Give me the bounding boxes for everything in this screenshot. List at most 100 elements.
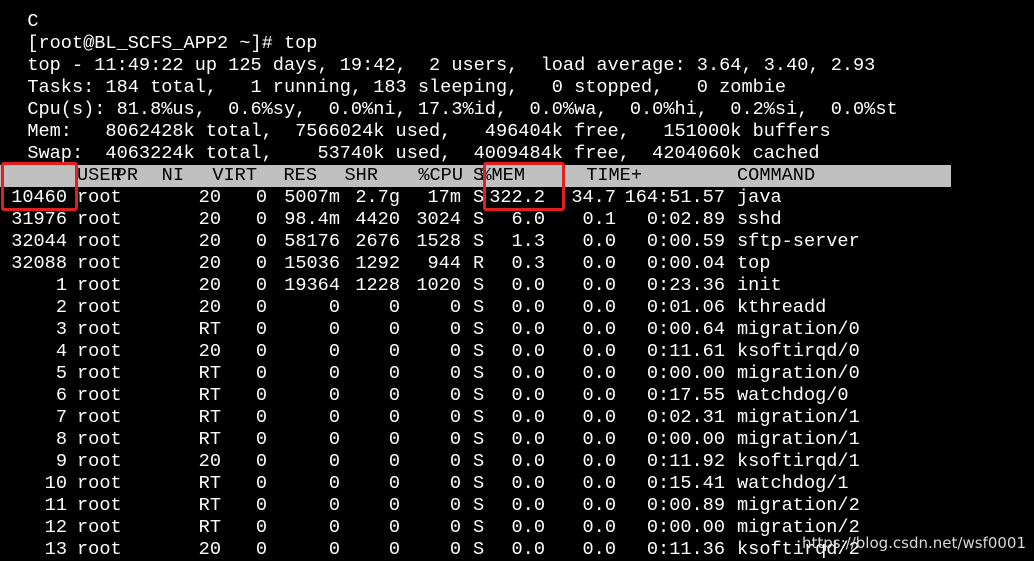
cell-command: ksoftirqd/0: [737, 341, 860, 362]
cell-cpu: 0.0: [511, 429, 545, 450]
cell-cpu: 0.0: [511, 363, 545, 384]
cell-s: S: [473, 385, 485, 406]
cell-cpu: 0.0: [511, 539, 545, 560]
table-row: 10460 root 20 0 5007m 2.7g 17m S 322.2 34.7 164:51…: [0, 187, 1034, 209]
cell-pid: 5: [55, 363, 67, 384]
cell-virt: 0: [328, 429, 340, 450]
cell-res: 0: [388, 341, 400, 362]
cell-command: watchdog/1: [737, 473, 849, 494]
cell-mem: 0.1: [582, 209, 616, 230]
cell-cpu: 0.0: [511, 275, 545, 296]
cell-virt: 15036: [284, 253, 340, 274]
cell-cpu: 322.2: [489, 187, 545, 208]
cell-s: S: [473, 363, 485, 384]
cell-mem: 0.0: [582, 517, 616, 538]
cell-mem: 0.0: [582, 385, 616, 406]
table-row: 10 root RT 0 0 0 0 S 0.0 0.0 0:15.41 watchdog/1: [0, 473, 1034, 495]
table-row: 32044 root 20 0 58176 2676 1528 S 1.3 0.0 0:00.59 s…: [0, 231, 1034, 253]
cell-command: sshd: [737, 209, 782, 230]
summary-uptime-line: top - 11:49:22 up 125 days, 19:42, 2 use…: [27, 55, 876, 76]
cell-command: init: [737, 275, 782, 296]
cell-time: 0:00.00: [646, 517, 725, 538]
summary-cpu-line: Cpu(s): 81.8%us, 0.6%sy, 0.0%ni, 17.3%id…: [27, 99, 898, 120]
cell-res: 0: [388, 385, 400, 406]
cell-cpu: 0.0: [511, 473, 545, 494]
table-row: 5 root RT 0 0 0 0 S 0.0 0.0 0:00.00 migration/0: [0, 363, 1034, 385]
cell-command: migration/1: [737, 429, 860, 450]
shell-prompt: [root@BL_SCFS_APP2 ~]# top: [27, 33, 318, 54]
header-row: PIDUSERPRNIVIRTRESSHRS%CPU%MEMTIME+COMMA…: [0, 165, 951, 187]
cell-command: ksoftirqd/1: [737, 451, 860, 472]
cell-shr: 1528: [416, 231, 461, 252]
cell-mem: 0.0: [582, 341, 616, 362]
cell-pid: 7: [55, 407, 67, 428]
cell-ni: 0: [255, 539, 267, 560]
cell-pr: 20: [198, 451, 221, 472]
cell-res: 0: [388, 429, 400, 450]
cell-s: S: [473, 209, 485, 230]
cell-virt: 98.4m: [284, 209, 340, 230]
cell-pid: 9: [55, 451, 67, 472]
column-header-ni: NI: [161, 165, 184, 186]
watermark-text: https://blog.csdn.net/wsf0001: [802, 534, 1026, 552]
column-header-virt: VIRT: [212, 165, 257, 186]
cell-virt: 0: [328, 473, 340, 494]
cell-shr: 1020: [416, 275, 461, 296]
cell-pid: 3: [55, 319, 67, 340]
cell-pid: 10460: [11, 187, 67, 208]
cell-user: root: [77, 363, 122, 384]
cell-s: S: [473, 341, 485, 362]
cell-pr: RT: [198, 429, 221, 450]
cell-pid: 1: [55, 275, 67, 296]
cell-virt: 0: [328, 517, 340, 538]
column-header-pr: PR: [115, 165, 138, 186]
cell-res: 0: [388, 407, 400, 428]
cell-mem: 0.0: [582, 253, 616, 274]
cell-mem: 0.0: [582, 319, 616, 340]
cell-user: root: [77, 473, 122, 494]
cell-pid: 2: [55, 297, 67, 318]
summary-tasks-line: Tasks: 184 total, 1 running, 183 sleepin…: [27, 77, 787, 98]
table-row: 7 root RT 0 0 0 0 S 0.0 0.0 0:02.31 migration/1: [0, 407, 1034, 429]
cell-pr: 20: [198, 253, 221, 274]
column-header-mem: %MEM: [480, 165, 525, 186]
cell-pr: 20: [198, 209, 221, 230]
cell-pid: 4: [55, 341, 67, 362]
cell-mem: 0.0: [582, 539, 616, 560]
cell-virt: 0: [328, 407, 340, 428]
cell-cpu: 0.0: [511, 407, 545, 428]
summary-swap-line: Swap: 4063224k total, 53740k used, 40094…: [27, 143, 820, 164]
cell-user: root: [77, 495, 122, 516]
cell-time: 0:17.55: [646, 385, 725, 406]
cell-shr: 0: [449, 297, 461, 318]
table-row: 32088 root 20 0 15036 1292 944 R 0.3 0.0 0:00.04 to…: [0, 253, 1034, 275]
cell-res: 1292: [355, 253, 400, 274]
cell-ni: 0: [255, 187, 267, 208]
cell-shr: 0: [449, 495, 461, 516]
cell-mem: 0.0: [582, 429, 616, 450]
cell-shr: 0: [449, 385, 461, 406]
cell-user: root: [77, 209, 122, 230]
summary-mem-line: Mem: 8062428k total, 7566024k used, 4964…: [27, 121, 831, 142]
cell-s: S: [473, 275, 485, 296]
cell-pr: RT: [198, 385, 221, 406]
table-row: 31976 root 20 0 98.4m 4420 3024 S 6.0 0.1 0:02.89 s…: [0, 209, 1034, 231]
cell-s: S: [473, 319, 485, 340]
cell-pr: RT: [198, 363, 221, 384]
cell-virt: 0: [328, 451, 340, 472]
column-header-command: COMMAND: [737, 165, 816, 186]
cell-time: 0:00.89: [646, 495, 725, 516]
cell-user: root: [77, 341, 122, 362]
cell-pid: 10: [44, 473, 67, 494]
cell-pr: RT: [198, 473, 221, 494]
cell-mem: 0.0: [582, 495, 616, 516]
cell-user: root: [77, 429, 122, 450]
cell-shr: 0: [449, 451, 461, 472]
cell-user: root: [77, 451, 122, 472]
cell-time: 0:15.41: [646, 473, 725, 494]
cell-s: S: [473, 429, 485, 450]
terminal-window[interactable]: { "terminal": { "clipped_top_line": "C",…: [0, 0, 1034, 561]
column-header-cpu: %CPU: [418, 165, 463, 186]
cell-command: java: [737, 187, 782, 208]
cell-cpu: 0.0: [511, 385, 545, 406]
